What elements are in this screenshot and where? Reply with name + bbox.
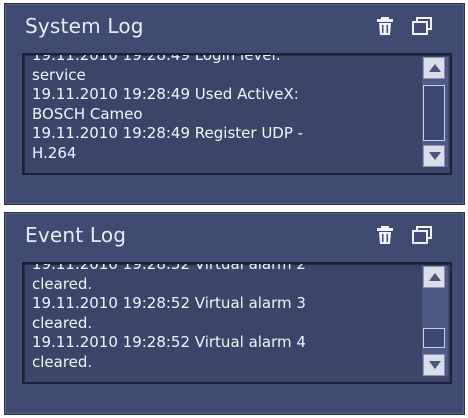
scroll-up-button[interactable] bbox=[423, 57, 445, 79]
system-log-title: System Log bbox=[25, 14, 144, 38]
arrow-up-icon bbox=[429, 273, 441, 281]
event-log-panel: Event Log 19.11.2010 19:28:52 Virtual al… bbox=[4, 212, 465, 415]
system-log-lines: 19.11.2010 19:28:49 Login level: service… bbox=[32, 53, 416, 164]
log-line: H.264 bbox=[32, 143, 77, 162]
log-line: 19.11.2010 19:28:52 Virtual alarm 4 bbox=[32, 333, 306, 352]
scroll-thumb[interactable] bbox=[423, 85, 445, 141]
system-log-panel: System Log 19.11.2010 19:28:49 Login lev… bbox=[4, 3, 465, 205]
event-log-scrollbar[interactable] bbox=[422, 266, 448, 376]
scroll-thumb[interactable] bbox=[423, 328, 445, 348]
scroll-down-button[interactable] bbox=[423, 145, 445, 167]
log-line: 19.11.2010 19:28:49 Login level: bbox=[32, 53, 281, 64]
log-line: service bbox=[32, 65, 86, 84]
event-log-list[interactable]: 19.11.2010 19:28:52 Virtual alarm 2 clea… bbox=[22, 262, 452, 384]
log-line: 19.11.2010 19:28:49 Used ActiveX: bbox=[32, 85, 299, 104]
window-icon[interactable] bbox=[411, 15, 433, 37]
log-line: cleared. bbox=[32, 313, 93, 332]
trash-icon[interactable] bbox=[374, 15, 396, 37]
log-line: BOSCH Cameo bbox=[32, 104, 143, 123]
event-log-lines: 19.11.2010 19:28:52 Virtual alarm 2 clea… bbox=[32, 262, 416, 373]
scroll-up-button[interactable] bbox=[423, 266, 445, 288]
event-log-title: Event Log bbox=[25, 223, 127, 247]
arrow-down-icon bbox=[429, 152, 441, 160]
arrow-down-icon bbox=[429, 361, 441, 369]
log-line: 19.11.2010 19:28:49 Register UDP - bbox=[32, 124, 304, 143]
log-line: cleared. bbox=[32, 274, 93, 293]
log-line: 19.11.2010 19:28:52 Virtual alarm 3 bbox=[32, 294, 306, 313]
log-line: cleared. bbox=[32, 352, 93, 371]
arrow-up-icon bbox=[429, 64, 441, 72]
system-log-list[interactable]: 19.11.2010 19:28:49 Login level: service… bbox=[22, 53, 452, 175]
scroll-down-button[interactable] bbox=[423, 354, 445, 376]
window-icon[interactable] bbox=[411, 224, 433, 246]
log-line: 19.11.2010 19:28:52 Virtual alarm 2 bbox=[32, 262, 306, 273]
trash-icon[interactable] bbox=[374, 224, 396, 246]
system-log-scrollbar[interactable] bbox=[422, 57, 448, 167]
